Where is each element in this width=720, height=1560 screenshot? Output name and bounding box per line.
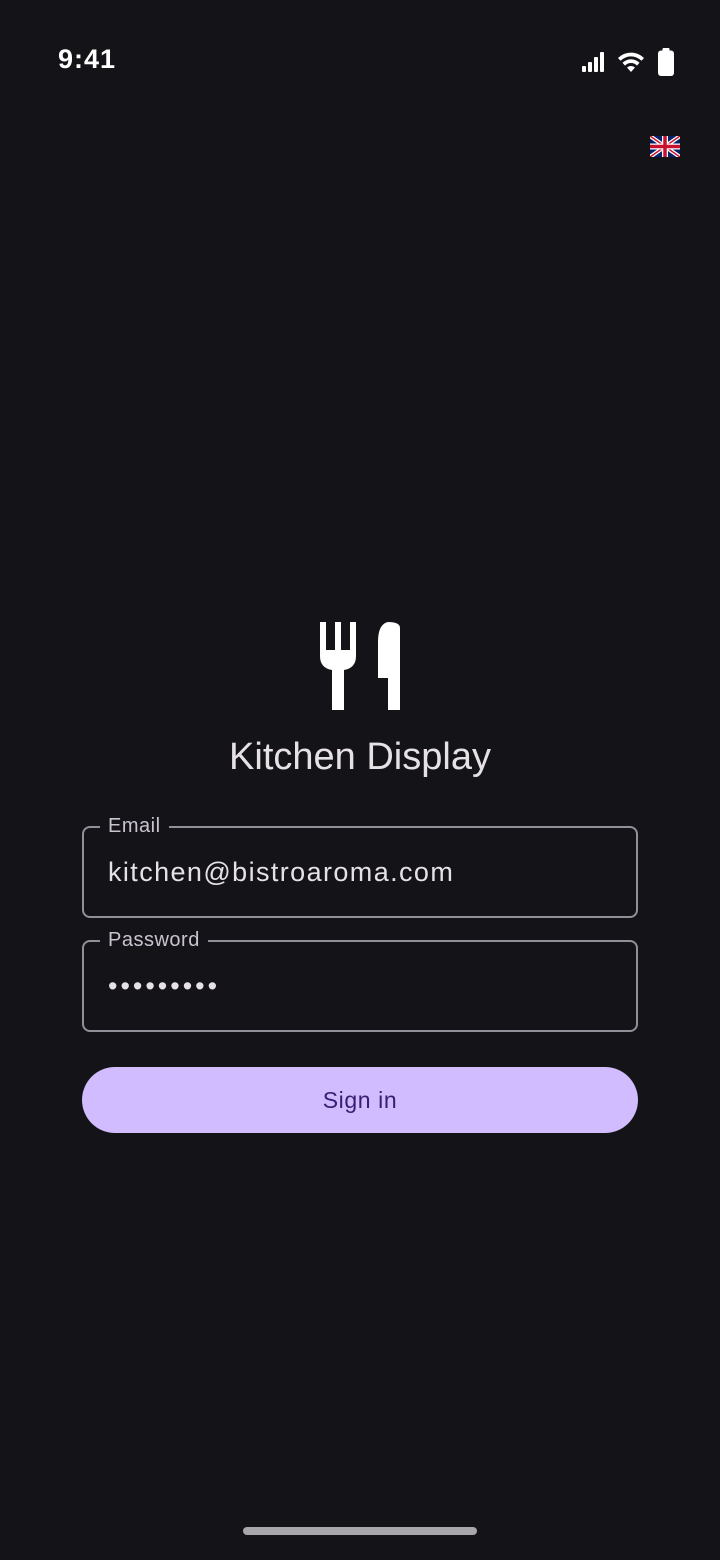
password-input[interactable] [108,942,608,1030]
status-bar: 9:41 [0,0,720,120]
email-field[interactable]: Email [82,814,638,918]
password-field[interactable]: Password [82,928,638,1032]
language-selector[interactable] [648,134,682,159]
sign-in-button[interactable]: Sign in [82,1067,638,1133]
battery-icon [658,48,674,76]
uk-flag-icon [648,134,682,159]
email-input[interactable] [108,828,608,916]
status-icons [582,48,674,76]
status-time: 9:41 [58,44,117,74]
home-indicator[interactable] [243,1527,477,1535]
app-title: Kitchen Display [229,736,491,778]
restaurant-icon [318,620,402,712]
signal-icon [582,52,604,72]
wifi-icon [618,52,644,72]
